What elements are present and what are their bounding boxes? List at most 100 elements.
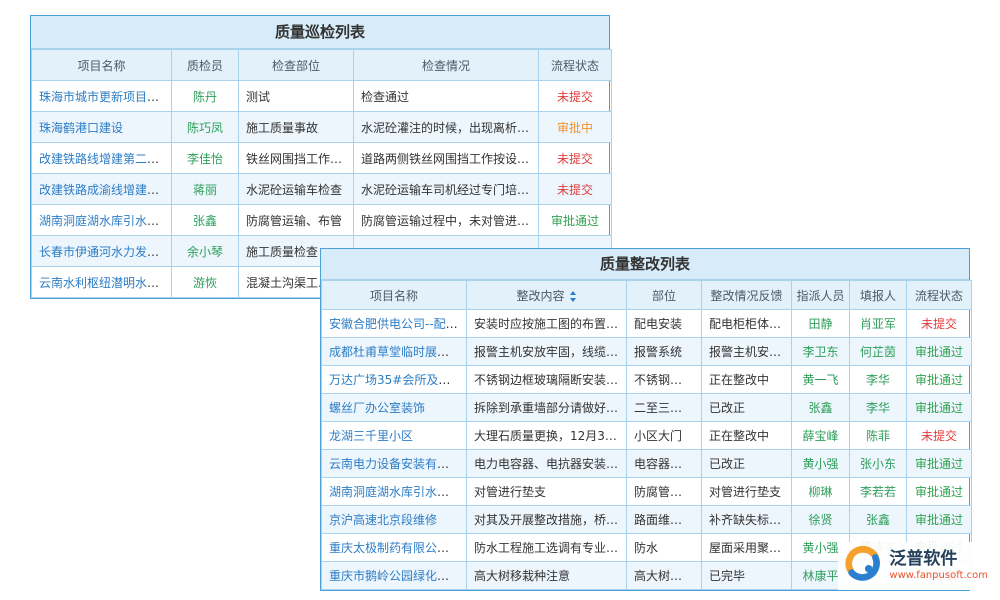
table-cell-status: 审批通过 <box>907 506 972 534</box>
project-link[interactable]: 重庆太极制药有限公司亳州中... <box>329 541 467 555</box>
table-cell-part: 不锈钢安装... <box>627 366 702 394</box>
project-link[interactable]: 京沪高速北京段维修 <box>329 513 437 527</box>
fanpu-logo[interactable]: 泛普软件 www.fanpusoft.com <box>838 542 994 590</box>
table-cell-assignee: 田静 <box>792 310 850 338</box>
table-row: 湖南洞庭湖水库引水工程施工对管进行垫支防腐管运输...对管进行垫支柳琳李若若审批… <box>322 478 972 506</box>
status-label: 未提交 <box>921 429 957 443</box>
cell-text: 正在整改中 <box>709 373 769 387</box>
table-cell-project[interactable]: 云南电力设备安装有限公司20... <box>322 450 467 478</box>
cell-text: 防腐管运输过程中，未对管进行... <box>361 214 539 228</box>
person-name: 李华 <box>866 373 890 387</box>
table-cell-situation: 水泥砼灌注的时候，出现离析现象 <box>354 112 539 143</box>
table-cell-content: 不锈钢边框玻璃隔断安装不牢... <box>467 366 627 394</box>
project-link[interactable]: 龙湖三千里小区 <box>329 429 413 443</box>
table-cell-project[interactable]: 长春市伊通河水力发电... <box>32 236 172 267</box>
project-link[interactable]: 云南水利枢纽潜明水库... <box>39 276 170 290</box>
status-label: 审批通过 <box>915 485 963 499</box>
table-cell-project[interactable]: 螺丝厂办公室装饰 <box>322 394 467 422</box>
person-name: 陈菲 <box>866 429 890 443</box>
table-cell-feedback: 已改正 <box>702 450 792 478</box>
project-link[interactable]: 螺丝厂办公室装饰 <box>329 401 425 415</box>
table-cell-situation: 防腐管运输过程中，未对管进行... <box>354 205 539 236</box>
person-name: 何芷茵 <box>860 345 896 359</box>
project-link[interactable]: 湖南洞庭湖水库引水工... <box>39 214 170 228</box>
column-header-feedback: 整改情况反馈 <box>702 281 792 310</box>
table-cell-situation: 检查通过 <box>354 81 539 112</box>
table-cell-assignee: 黄一飞 <box>792 366 850 394</box>
person-name: 蒋丽 <box>193 183 217 197</box>
cell-text: 防腐管运输... <box>634 485 702 499</box>
table-cell-project[interactable]: 万达广场35#会所及咖啡厅空... <box>322 366 467 394</box>
table-cell-status: 审批中 <box>539 112 612 143</box>
table-cell-content: 防水工程施工选调有专业资质... <box>467 534 627 562</box>
table-row: 螺丝厂办公室装饰拆除到承重墙部分请做好加固...二至三楼混...已改正张鑫李华审… <box>322 394 972 422</box>
project-link[interactable]: 重庆市鹅岭公园绿化景观提升... <box>329 569 467 583</box>
cell-text: 配电安装 <box>634 317 682 331</box>
sort-icon[interactable] <box>569 291 577 302</box>
status-label: 审批通过 <box>915 401 963 415</box>
column-header-project: 项目名称 <box>32 50 172 81</box>
cell-text: 不锈钢安装... <box>634 373 702 387</box>
table-cell-project[interactable]: 湖南洞庭湖水库引水工程施工 <box>322 478 467 506</box>
project-link[interactable]: 长春市伊通河水力发电... <box>39 245 170 259</box>
person-name: 游恢 <box>193 276 217 290</box>
table-cell-project[interactable]: 京沪高速北京段维修 <box>322 506 467 534</box>
project-link[interactable]: 改建铁路成渝线增建第... <box>39 183 170 197</box>
status-label: 未提交 <box>557 90 593 104</box>
project-link[interactable]: 安徽合肥供电公司--配电设备... <box>329 317 467 331</box>
project-link[interactable]: 成都杜甫草堂临时展厅独立展... <box>329 345 467 359</box>
table-cell-part: 防腐管运输、布管 <box>239 205 354 236</box>
table-cell-assignee: 薛宝峰 <box>792 422 850 450</box>
table-cell-part: 路面维修检... <box>627 506 702 534</box>
table-cell-project[interactable]: 珠海鹤港口建设 <box>32 112 172 143</box>
table-cell-project[interactable]: 龙湖三千里小区 <box>322 422 467 450</box>
project-link[interactable]: 万达广场35#会所及咖啡厅空... <box>329 373 467 387</box>
status-label: 未提交 <box>557 152 593 166</box>
quality-rectification-title: 质量整改列表 <box>321 249 969 280</box>
cell-text: 施工质量检查 <box>246 245 318 259</box>
column-header-reporter: 填报人 <box>850 281 907 310</box>
person-name: 黄一飞 <box>802 373 838 387</box>
project-link[interactable]: 改建铁路线增建第二线... <box>39 152 170 166</box>
table-cell-project[interactable]: 安徽合肥供电公司--配电设备... <box>322 310 467 338</box>
table-cell-reporter: 李华 <box>850 366 907 394</box>
fanpu-logo-url[interactable]: www.fanpusoft.com <box>889 570 988 582</box>
column-header-label: 流程状态 <box>551 59 599 73</box>
person-name: 李佳怡 <box>187 152 223 166</box>
table-cell-status: 审批通过 <box>907 366 972 394</box>
cell-text: 补齐缺失标志... <box>709 513 792 527</box>
person-name: 陈巧凤 <box>187 121 223 135</box>
table-row: 成都杜甫草堂临时展厅独立展...报警主机安放牢固，线缆连接...报警系统报警主机… <box>322 338 972 366</box>
status-label: 审批通过 <box>915 513 963 527</box>
table-cell-project[interactable]: 湖南洞庭湖水库引水工... <box>32 205 172 236</box>
cell-text: 对其及开展整改措施，桥头... <box>474 513 627 527</box>
column-header-label: 指派人员 <box>796 289 844 303</box>
table-cell-content: 报警主机安放牢固，线缆连接... <box>467 338 627 366</box>
table-cell-inspector: 游恢 <box>172 267 239 298</box>
table-cell-content: 高大树移栽种注意 <box>467 562 627 590</box>
table-cell-status: 审批通过 <box>907 478 972 506</box>
column-header-content[interactable]: 整改内容 <box>467 281 627 310</box>
cell-text: 不锈钢边框玻璃隔断安装不牢... <box>474 373 627 387</box>
cell-text: 安装时应按施工图的布置，将... <box>474 317 627 331</box>
table-cell-project[interactable]: 珠海市城市更新项目紫... <box>32 81 172 112</box>
status-label: 审批通过 <box>915 373 963 387</box>
table-cell-project[interactable]: 云南水利枢纽潜明水库... <box>32 267 172 298</box>
project-link[interactable]: 云南电力设备安装有限公司20... <box>329 457 467 471</box>
cell-text: 电力电容器、电抗器安装方案... <box>474 457 627 471</box>
table-cell-project[interactable]: 改建铁路成渝线增建第... <box>32 174 172 205</box>
quality-rectification-panel: 质量整改列表 项目名称整改内容部位整改情况反馈指派人员填报人流程状态 安徽合肥供… <box>320 248 970 591</box>
cell-text: 测试 <box>246 90 270 104</box>
project-link[interactable]: 珠海鹤港口建设 <box>39 121 123 135</box>
project-link[interactable]: 湖南洞庭湖水库引水工程施工 <box>329 485 467 499</box>
person-name: 田静 <box>808 317 832 331</box>
table-cell-inspector: 蒋丽 <box>172 174 239 205</box>
table-row: 京沪高速北京段维修 对其及开展整改措施，桥头...路面维修检... 补齐缺失标志..… <box>322 506 972 534</box>
project-link[interactable]: 珠海市城市更新项目紫... <box>39 90 170 104</box>
table-cell-project[interactable]: 重庆市鹅岭公园绿化景观提升... <box>322 562 467 590</box>
table-cell-project[interactable]: 成都杜甫草堂临时展厅独立展... <box>322 338 467 366</box>
table-cell-project[interactable]: 重庆太极制药有限公司亳州中... <box>322 534 467 562</box>
status-label: 未提交 <box>557 183 593 197</box>
table-cell-project[interactable]: 改建铁路线增建第二线... <box>32 143 172 174</box>
status-label: 审批通过 <box>915 345 963 359</box>
